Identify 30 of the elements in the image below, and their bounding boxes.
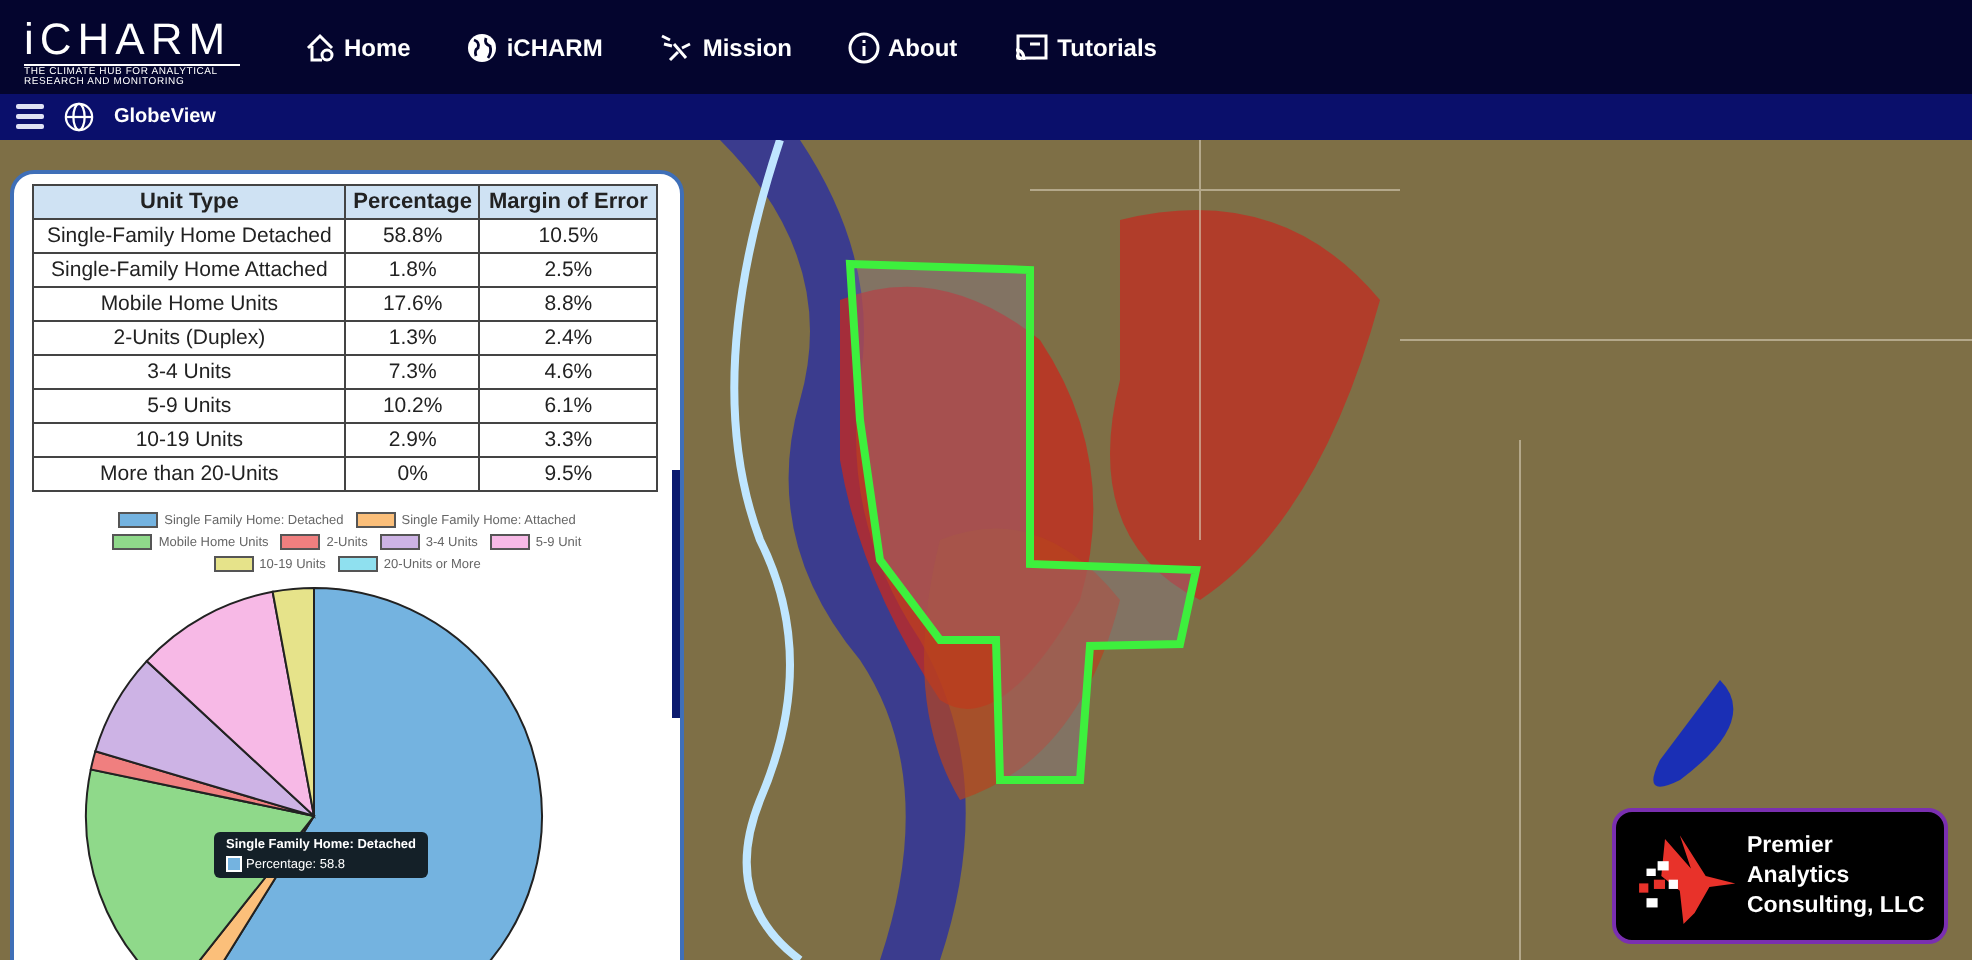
- table-cell: More than 20-Units: [33, 457, 346, 491]
- table-cell: 2.9%: [345, 423, 480, 457]
- table-cell: Single-Family Home Attached: [33, 253, 346, 287]
- table-cell: 5-9 Units: [33, 389, 346, 423]
- table-cell: 9.5%: [479, 457, 657, 491]
- table-cell: 10.5%: [479, 219, 657, 253]
- table-cell: 2.5%: [479, 253, 657, 287]
- table-cell: Single-Family Home Detached: [33, 219, 346, 253]
- logo-title: iCHARM: [24, 19, 234, 59]
- table-cell: 1.8%: [345, 253, 480, 287]
- table-cell: 7.3%: [345, 355, 480, 389]
- company-name: Premier Analytics Consulting, LLC: [1747, 831, 1927, 921]
- table-cell: 0%: [345, 457, 480, 491]
- table-cell: 2-Units (Duplex): [33, 321, 346, 355]
- table-cell: 10-19 Units: [33, 423, 346, 457]
- table-cell: 2.4%: [479, 321, 657, 355]
- table-cell: 3-4 Units: [33, 355, 346, 389]
- table-cell: 4.6%: [479, 355, 657, 389]
- table-cell: 1.3%: [345, 321, 480, 355]
- toolbar-title: GlobeView: [114, 106, 216, 128]
- column-header: Unit Type: [33, 185, 346, 219]
- column-header: Margin of Error: [479, 185, 657, 219]
- table-cell: Mobile Home Units: [33, 287, 346, 321]
- table-cell: 17.6%: [345, 287, 480, 321]
- column-header: Percentage: [345, 185, 480, 219]
- table-cell: 8.8%: [479, 287, 657, 321]
- table-cell: 58.8%: [345, 219, 480, 253]
- table-cell: 3.3%: [479, 423, 657, 457]
- table-cell: 6.1%: [479, 389, 657, 423]
- table-cell: 10.2%: [345, 389, 480, 423]
